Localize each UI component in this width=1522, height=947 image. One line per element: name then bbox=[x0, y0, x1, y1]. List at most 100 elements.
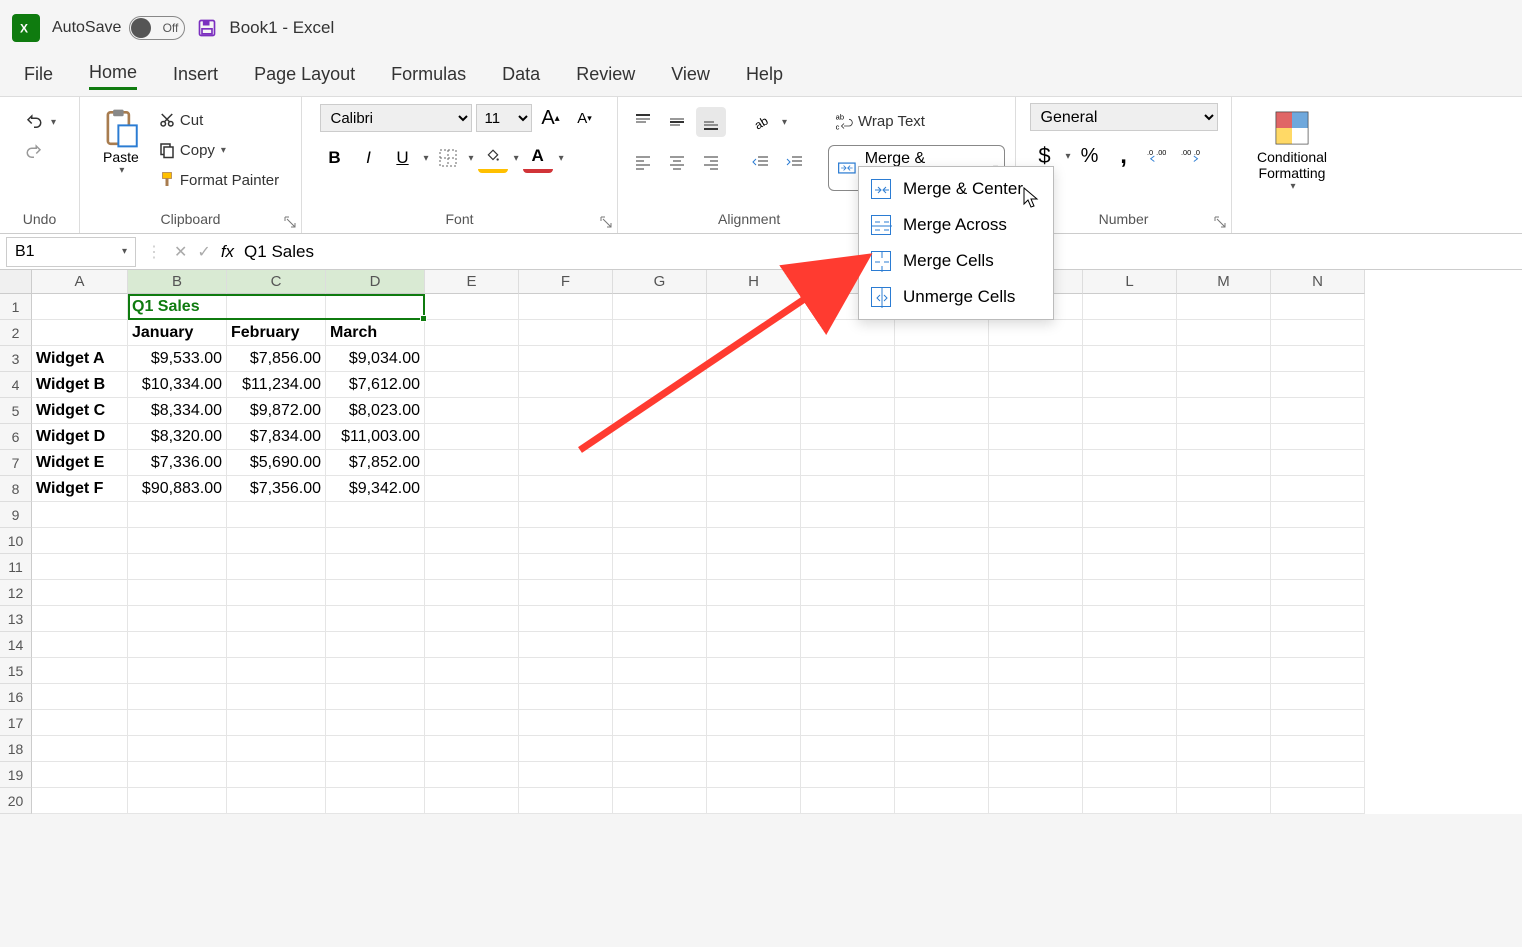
cell-L6[interactable] bbox=[1083, 424, 1177, 450]
cell-A8[interactable]: Widget F bbox=[32, 476, 128, 502]
cell-L9[interactable] bbox=[1083, 502, 1177, 528]
autosave-control[interactable]: AutoSave Off bbox=[52, 16, 185, 40]
cell-C16[interactable] bbox=[227, 684, 326, 710]
cell-J16[interactable] bbox=[895, 684, 989, 710]
borders-button[interactable] bbox=[433, 143, 463, 173]
cell-K20[interactable] bbox=[989, 788, 1083, 814]
cell-H10[interactable] bbox=[707, 528, 801, 554]
cell-C18[interactable] bbox=[227, 736, 326, 762]
cell-G18[interactable] bbox=[613, 736, 707, 762]
cell-N16[interactable] bbox=[1271, 684, 1365, 710]
cell-N2[interactable] bbox=[1271, 320, 1365, 346]
cell-B17[interactable] bbox=[128, 710, 227, 736]
cell-B10[interactable] bbox=[128, 528, 227, 554]
cell-G10[interactable] bbox=[613, 528, 707, 554]
cell-H4[interactable] bbox=[707, 372, 801, 398]
cell-A5[interactable]: Widget C bbox=[32, 398, 128, 424]
cell-K16[interactable] bbox=[989, 684, 1083, 710]
cell-D17[interactable] bbox=[326, 710, 425, 736]
tab-view[interactable]: View bbox=[671, 64, 710, 89]
cell-I8[interactable] bbox=[801, 476, 895, 502]
cell-H14[interactable] bbox=[707, 632, 801, 658]
cell-D20[interactable] bbox=[326, 788, 425, 814]
row-header-18[interactable]: 18 bbox=[0, 736, 32, 762]
cell-F1[interactable] bbox=[519, 294, 613, 320]
cell-A2[interactable] bbox=[32, 320, 128, 346]
menu-merge-across[interactable]: Merge Across bbox=[859, 207, 1053, 243]
align-top-button[interactable] bbox=[628, 107, 658, 137]
row-header-19[interactable]: 19 bbox=[0, 762, 32, 788]
cell-F4[interactable] bbox=[519, 372, 613, 398]
copy-button[interactable]: Copy ▾ bbox=[152, 137, 285, 163]
cell-B16[interactable] bbox=[128, 684, 227, 710]
col-header-F[interactable]: F bbox=[519, 270, 613, 294]
cell-E19[interactable] bbox=[425, 762, 519, 788]
cell-A10[interactable] bbox=[32, 528, 128, 554]
cell-J3[interactable] bbox=[895, 346, 989, 372]
cell-L1[interactable] bbox=[1083, 294, 1177, 320]
cell-D10[interactable] bbox=[326, 528, 425, 554]
cell-I12[interactable] bbox=[801, 580, 895, 606]
cell-E15[interactable] bbox=[425, 658, 519, 684]
cell-N4[interactable] bbox=[1271, 372, 1365, 398]
cell-J14[interactable] bbox=[895, 632, 989, 658]
cell-H6[interactable] bbox=[707, 424, 801, 450]
cell-I13[interactable] bbox=[801, 606, 895, 632]
cell-E16[interactable] bbox=[425, 684, 519, 710]
cell-A3[interactable]: Widget A bbox=[32, 346, 128, 372]
cell-L2[interactable] bbox=[1083, 320, 1177, 346]
cell-G16[interactable] bbox=[613, 684, 707, 710]
cell-C3[interactable]: $7,856.00 bbox=[227, 346, 326, 372]
row-header-16[interactable]: 16 bbox=[0, 684, 32, 710]
cell-N19[interactable] bbox=[1271, 762, 1365, 788]
cell-F9[interactable] bbox=[519, 502, 613, 528]
cell-L13[interactable] bbox=[1083, 606, 1177, 632]
cell-F18[interactable] bbox=[519, 736, 613, 762]
cell-C6[interactable]: $7,834.00 bbox=[227, 424, 326, 450]
dialog-launcher-icon[interactable] bbox=[1213, 215, 1227, 229]
cell-E9[interactable] bbox=[425, 502, 519, 528]
cell-B12[interactable] bbox=[128, 580, 227, 606]
cell-E17[interactable] bbox=[425, 710, 519, 736]
row-header-14[interactable]: 14 bbox=[0, 632, 32, 658]
cell-F20[interactable] bbox=[519, 788, 613, 814]
cell-M3[interactable] bbox=[1177, 346, 1271, 372]
cell-G5[interactable] bbox=[613, 398, 707, 424]
cell-B8[interactable]: $90,883.00 bbox=[128, 476, 227, 502]
cell-H5[interactable] bbox=[707, 398, 801, 424]
increase-decimal-button[interactable]: .0.00 bbox=[1143, 141, 1173, 171]
cell-I3[interactable] bbox=[801, 346, 895, 372]
spreadsheet-grid[interactable]: ABCDEFGHIJKLMN1Q1 Sales2JanuaryFebruaryM… bbox=[0, 270, 1522, 814]
cell-L18[interactable] bbox=[1083, 736, 1177, 762]
cell-G13[interactable] bbox=[613, 606, 707, 632]
cell-K17[interactable] bbox=[989, 710, 1083, 736]
tab-file[interactable]: File bbox=[24, 64, 53, 89]
cell-B19[interactable] bbox=[128, 762, 227, 788]
fx-icon[interactable]: fx bbox=[221, 242, 234, 262]
cell-K9[interactable] bbox=[989, 502, 1083, 528]
cell-F12[interactable] bbox=[519, 580, 613, 606]
cell-M8[interactable] bbox=[1177, 476, 1271, 502]
cell-M19[interactable] bbox=[1177, 762, 1271, 788]
fill-color-button[interactable] bbox=[478, 143, 508, 173]
cell-M17[interactable] bbox=[1177, 710, 1271, 736]
font-name-select[interactable]: Calibri bbox=[320, 104, 472, 132]
cell-N20[interactable] bbox=[1271, 788, 1365, 814]
cell-N7[interactable] bbox=[1271, 450, 1365, 476]
cell-M13[interactable] bbox=[1177, 606, 1271, 632]
cell-H7[interactable] bbox=[707, 450, 801, 476]
cell-C14[interactable] bbox=[227, 632, 326, 658]
cell-N3[interactable] bbox=[1271, 346, 1365, 372]
cell-L17[interactable] bbox=[1083, 710, 1177, 736]
cell-I15[interactable] bbox=[801, 658, 895, 684]
tab-data[interactable]: Data bbox=[502, 64, 540, 89]
cell-E10[interactable] bbox=[425, 528, 519, 554]
cell-M15[interactable] bbox=[1177, 658, 1271, 684]
cell-H18[interactable] bbox=[707, 736, 801, 762]
decrease-decimal-button[interactable]: .00.0 bbox=[1177, 141, 1207, 171]
cell-D7[interactable]: $7,852.00 bbox=[326, 450, 425, 476]
increase-indent-button[interactable] bbox=[780, 147, 810, 177]
dialog-launcher-icon[interactable] bbox=[599, 215, 613, 229]
cell-D3[interactable]: $9,034.00 bbox=[326, 346, 425, 372]
cell-N8[interactable] bbox=[1271, 476, 1365, 502]
